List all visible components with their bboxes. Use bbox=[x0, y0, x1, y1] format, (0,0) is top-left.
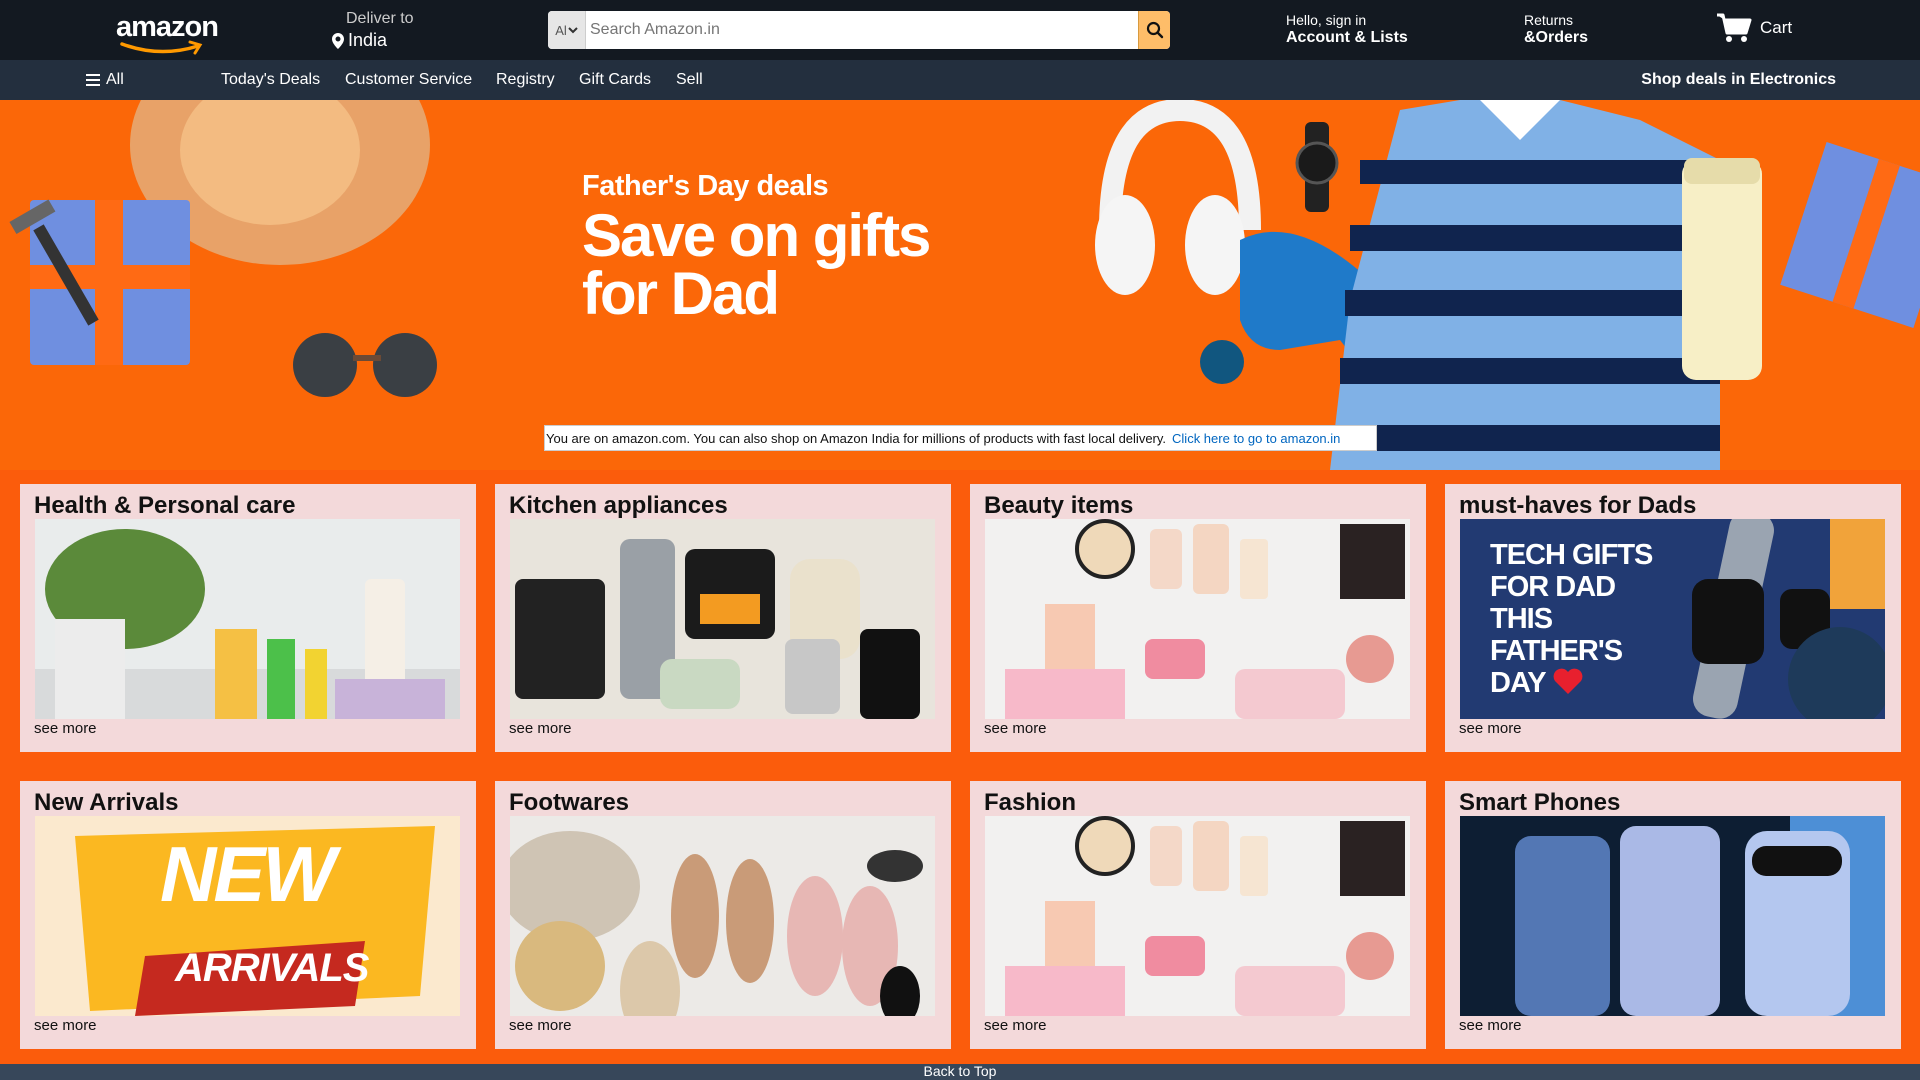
nav-sell[interactable]: Sell bbox=[676, 71, 703, 89]
card-image[interactable]: NEW ARRIVALS bbox=[35, 816, 460, 1016]
cart-icon bbox=[1717, 13, 1752, 42]
search-category-select[interactable]: Al bbox=[548, 11, 586, 49]
card-new-arrivals: New Arrivals NEW ARRIVALS see more bbox=[20, 781, 476, 1049]
search-bar: Al bbox=[548, 11, 1170, 49]
deliver-location: India bbox=[348, 30, 388, 50]
nav-customer-service[interactable]: Customer Service bbox=[345, 71, 472, 89]
account-lists[interactable]: Hello, sign in Account & Lists bbox=[1286, 12, 1408, 47]
back-to-top-bar[interactable]: Back to Top bbox=[0, 1064, 1920, 1080]
orders-label: &Orders bbox=[1524, 29, 1589, 46]
health-products-image bbox=[35, 519, 460, 719]
card-kitchen-appliances: Kitchen appliances see more bbox=[495, 484, 951, 752]
new-arrivals-text-new: NEW bbox=[160, 830, 336, 918]
see-more-link[interactable]: see more bbox=[984, 1017, 1047, 1034]
card-health-personal-care: Health & Personal care see more bbox=[20, 484, 476, 752]
cart-button[interactable]: Cart bbox=[1716, 12, 1792, 44]
top-header: amazon Deliver to India Al Hello, sign bbox=[0, 0, 1920, 60]
heart-icon bbox=[1553, 668, 1583, 694]
card-image[interactable] bbox=[510, 816, 935, 1016]
hero-kicker: Father's Day deals bbox=[582, 170, 829, 202]
search-category-value: Al bbox=[555, 22, 567, 38]
card-title[interactable]: Smart Phones bbox=[1459, 789, 1620, 817]
smart-phones-image bbox=[1460, 816, 1885, 1016]
card-title[interactable]: Health & Personal care bbox=[34, 492, 295, 520]
account-greeting: Hello, sign in bbox=[1286, 12, 1367, 28]
card-smart-phones: Smart Phones see more bbox=[1445, 781, 1901, 1049]
location-pin-icon bbox=[332, 32, 344, 49]
go-to-amazon-in-link[interactable]: Click here to go to amazon.in bbox=[1172, 431, 1340, 446]
card-title[interactable]: Footwares bbox=[509, 789, 629, 817]
search-icon bbox=[1146, 21, 1163, 39]
nav-promo-electronics[interactable]: Shop deals in Electronics bbox=[1641, 71, 1836, 89]
card-image[interactable] bbox=[35, 519, 460, 719]
region-notice: You are on amazon.com. You can also shop… bbox=[544, 425, 1377, 451]
cart-label: Cart bbox=[1760, 18, 1793, 37]
card-title[interactable]: Fashion bbox=[984, 789, 1076, 817]
deliver-to[interactable]: Deliver to India bbox=[332, 10, 414, 51]
hero-title: Save on gifts for Dad bbox=[582, 202, 931, 327]
all-menu-label: All bbox=[106, 71, 124, 88]
kitchen-appliances-image bbox=[510, 519, 935, 719]
account-label: Account & Lists bbox=[1286, 29, 1408, 46]
card-fashion: Fashion see more bbox=[970, 781, 1426, 1049]
see-more-link[interactable]: see more bbox=[1459, 1017, 1522, 1034]
card-title[interactable]: Kitchen appliances bbox=[509, 492, 728, 520]
new-arrivals-text-arrivals: ARRIVALS bbox=[175, 946, 369, 990]
card-title[interactable]: must-haves for Dads bbox=[1459, 492, 1696, 520]
fashion-image bbox=[985, 816, 1410, 1016]
returns-orders[interactable]: Returns &Orders bbox=[1524, 12, 1588, 47]
region-notice-text: You are on amazon.com. You can also shop… bbox=[546, 430, 1167, 446]
see-more-link[interactable]: see more bbox=[509, 1017, 572, 1034]
card-image[interactable] bbox=[985, 816, 1410, 1016]
chevron-down-icon bbox=[568, 27, 578, 34]
hero-banner[interactable]: Father's Day deals Save on gifts for Dad… bbox=[0, 100, 1920, 470]
see-more-link[interactable]: see more bbox=[1459, 720, 1522, 737]
card-image[interactable] bbox=[1460, 816, 1885, 1016]
nav-todays-deals[interactable]: Today's Deals bbox=[221, 71, 320, 89]
back-to-top-label: Back to Top bbox=[923, 1064, 997, 1079]
returns-label: Returns bbox=[1524, 12, 1574, 28]
search-input[interactable] bbox=[586, 11, 1138, 49]
card-image[interactable] bbox=[985, 519, 1410, 719]
card-image[interactable] bbox=[510, 519, 935, 719]
nav-registry[interactable]: Registry bbox=[496, 71, 555, 89]
nav-gift-cards[interactable]: Gift Cards bbox=[579, 71, 651, 89]
beauty-items-image bbox=[985, 519, 1410, 719]
sub-nav: All Today's Deals Customer Service Regis… bbox=[0, 60, 1920, 100]
logo-text: amazon bbox=[116, 11, 219, 43]
see-more-link[interactable]: see more bbox=[34, 720, 97, 737]
card-must-haves-for-dads: must-haves for Dads TECH GIFTS FOR DAD T… bbox=[1445, 484, 1901, 752]
see-more-link[interactable]: see more bbox=[984, 720, 1047, 737]
hamburger-menu-icon bbox=[86, 74, 100, 86]
footwear-image bbox=[510, 816, 935, 1016]
card-image[interactable]: TECH GIFTS FOR DAD THIS FATHER'S DAY bbox=[1460, 519, 1885, 719]
see-more-link[interactable]: see more bbox=[34, 1017, 97, 1034]
card-beauty-items: Beauty items see more bbox=[970, 484, 1426, 752]
logo-smile-icon bbox=[120, 40, 203, 55]
card-footwares: Footwares see more bbox=[495, 781, 951, 1049]
search-button[interactable] bbox=[1138, 11, 1170, 49]
amazon-logo[interactable]: amazon bbox=[116, 11, 219, 56]
see-more-link[interactable]: see more bbox=[509, 720, 572, 737]
deliver-label: Deliver to bbox=[346, 10, 414, 27]
deliver-location-row: India bbox=[332, 30, 414, 51]
tech-gifts-image-text: TECH GIFTS FOR DAD THIS FATHER'S DAY bbox=[1490, 539, 1653, 699]
card-title[interactable]: New Arrivals bbox=[34, 789, 179, 817]
all-menu-button[interactable]: All bbox=[86, 71, 124, 89]
card-title[interactable]: Beauty items bbox=[984, 492, 1133, 520]
